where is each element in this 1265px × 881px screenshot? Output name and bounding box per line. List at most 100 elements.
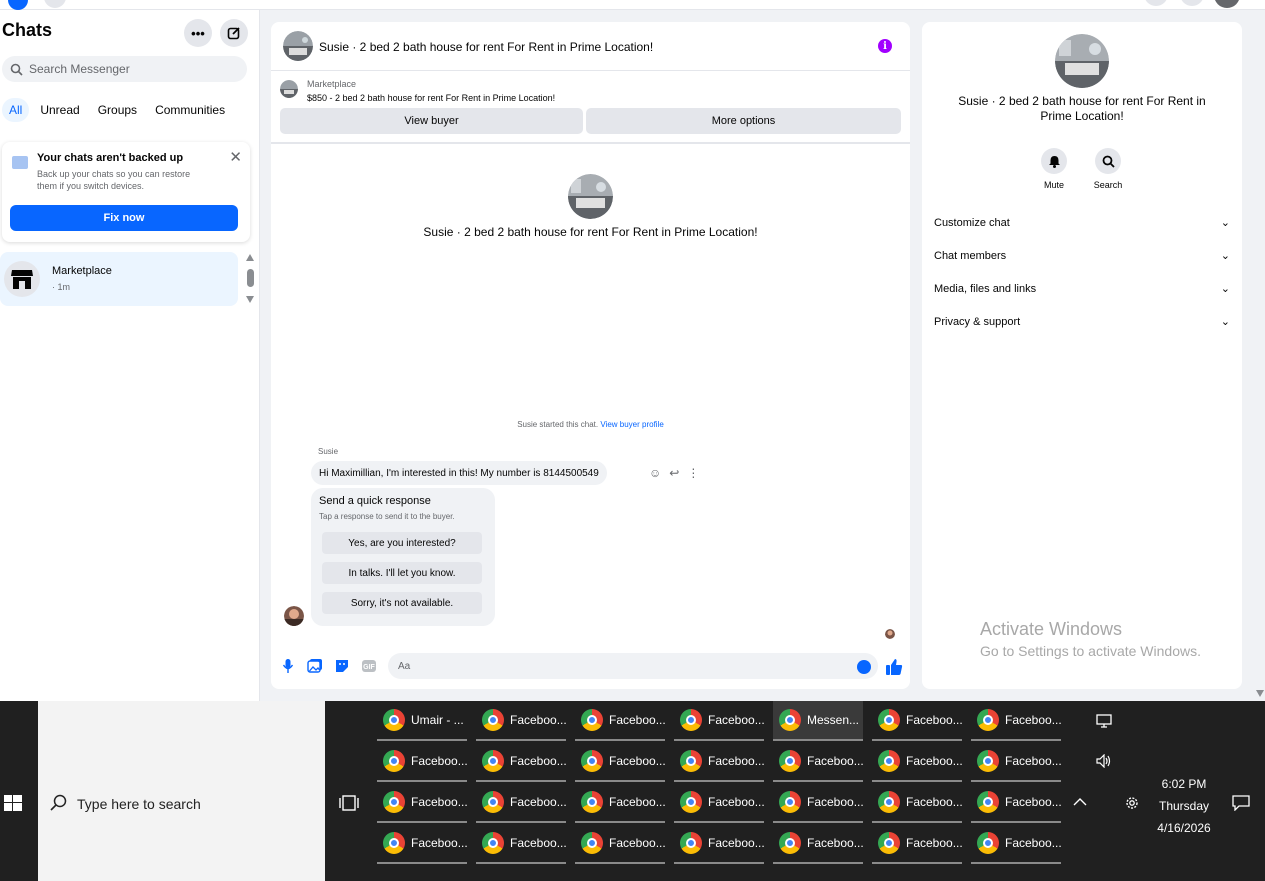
taskbar-search-box[interactable]: Type here to search bbox=[38, 701, 325, 881]
message-input[interactable]: Aa bbox=[388, 653, 878, 679]
taskbar-window-button[interactable]: Faceboo... bbox=[971, 701, 1062, 741]
listing-title[interactable]: $850 - 2 bed 2 bath house for rent For R… bbox=[307, 93, 555, 103]
chat-filters: All Unread Groups Communities bbox=[2, 98, 232, 122]
thumbs-up-icon[interactable] bbox=[885, 658, 903, 676]
more-options-button[interactable]: ••• bbox=[184, 19, 212, 47]
section-label: Chat members bbox=[934, 249, 1007, 262]
taskbar-window-label: Faceboo... bbox=[1005, 713, 1062, 727]
taskbar-window-button[interactable]: Faceboo... bbox=[476, 742, 567, 782]
search-in-chat-button[interactable]: Search bbox=[1083, 148, 1133, 190]
taskbar-window-button[interactable]: Faceboo... bbox=[575, 701, 666, 741]
taskbar-window-label: Faceboo... bbox=[708, 713, 765, 727]
volume-icon[interactable] bbox=[1096, 754, 1112, 768]
taskbar-window-button[interactable]: Umair - ... bbox=[377, 701, 467, 741]
taskbar-window-button[interactable]: Faceboo... bbox=[377, 783, 468, 823]
mute-button[interactable]: Mute bbox=[1029, 148, 1079, 190]
taskbar-window-button[interactable]: Faceboo... bbox=[773, 742, 864, 782]
info-icon[interactable]: i bbox=[878, 39, 892, 53]
search-messenger-input[interactable]: Search Messenger bbox=[2, 56, 247, 82]
taskbar-window-button[interactable]: Faceboo... bbox=[476, 701, 567, 741]
profile-avatar[interactable] bbox=[1214, 0, 1240, 8]
network-icon[interactable] bbox=[1096, 714, 1112, 728]
nav-button[interactable] bbox=[44, 0, 66, 8]
notifications-button[interactable] bbox=[1180, 0, 1204, 6]
taskbar-window-button[interactable]: Faceboo... bbox=[773, 824, 864, 864]
media-files-links-section[interactable]: Media, files and links ⌄ bbox=[934, 272, 1230, 305]
search-icon bbox=[1095, 148, 1121, 174]
new-message-button[interactable] bbox=[220, 19, 248, 47]
scroll-thumb[interactable] bbox=[247, 269, 254, 287]
taskbar-window-button[interactable]: Faceboo... bbox=[971, 783, 1062, 823]
bell-icon bbox=[1041, 148, 1067, 174]
view-buyer-profile-link[interactable]: View buyer profile bbox=[600, 420, 663, 429]
taskbar-window-button[interactable]: Faceboo... bbox=[872, 742, 963, 782]
fix-now-button[interactable]: Fix now bbox=[10, 205, 238, 231]
scroll-up-icon[interactable] bbox=[246, 254, 254, 261]
reply-icon[interactable]: ↩ bbox=[669, 466, 679, 480]
taskbar-window-button[interactable]: Faceboo... bbox=[674, 783, 765, 823]
filter-communities[interactable]: Communities bbox=[148, 98, 232, 122]
filter-unread[interactable]: Unread bbox=[33, 98, 86, 122]
quick-response-option[interactable]: Yes, are you interested? bbox=[322, 532, 482, 554]
taskbar-window-button[interactable]: Faceboo... bbox=[872, 701, 963, 741]
notification-icon[interactable] bbox=[1232, 795, 1250, 811]
task-view-icon[interactable] bbox=[339, 795, 359, 811]
react-icon[interactable]: ☺ bbox=[649, 466, 661, 480]
filter-all[interactable]: All bbox=[2, 98, 30, 122]
more-icon[interactable]: ⋮ bbox=[687, 466, 699, 480]
close-icon[interactable]: ✕ bbox=[229, 148, 242, 166]
sidebar-scrollbar[interactable] bbox=[246, 254, 256, 304]
gear-icon[interactable] bbox=[1124, 795, 1140, 811]
taskbar-window-button[interactable]: Faceboo... bbox=[674, 701, 765, 741]
taskbar-window-button[interactable]: Faceboo... bbox=[377, 742, 468, 782]
taskbar-clock[interactable]: 6:02 PM Thursday 4/16/2026 bbox=[1148, 773, 1220, 839]
menu-button[interactable] bbox=[1144, 0, 1168, 6]
taskbar-window-button[interactable]: Faceboo... bbox=[575, 783, 666, 823]
scroll-down-icon[interactable] bbox=[246, 296, 254, 303]
taskbar-window-button[interactable]: Faceboo... bbox=[575, 742, 666, 782]
taskbar-window-label: Faceboo... bbox=[708, 795, 765, 809]
privacy-support-section[interactable]: Privacy & support ⌄ bbox=[934, 305, 1230, 338]
quick-response-option[interactable]: In talks. I'll let you know. bbox=[322, 562, 482, 584]
taskbar-window-button[interactable]: Faceboo... bbox=[971, 742, 1062, 782]
taskbar-window-button[interactable]: Faceboo... bbox=[971, 824, 1062, 864]
sticker-icon[interactable] bbox=[334, 659, 350, 673]
taskbar-window-button[interactable]: Messen... bbox=[773, 701, 863, 741]
windows-start-icon[interactable] bbox=[4, 795, 22, 811]
taskbar-window-button[interactable]: Faceboo... bbox=[476, 783, 567, 823]
composer-tools: GIF bbox=[280, 659, 377, 673]
message-bubble[interactable]: Hi Maximillian, I'm interested in this! … bbox=[311, 461, 607, 485]
taskbar-window-button[interactable]: Faceboo... bbox=[575, 824, 666, 864]
chat-members-section[interactable]: Chat members ⌄ bbox=[934, 239, 1230, 272]
view-buyer-button[interactable]: View buyer bbox=[280, 108, 583, 134]
listing-avatar[interactable] bbox=[283, 31, 313, 61]
more-options-button[interactable]: More options bbox=[586, 108, 901, 134]
customize-chat-section[interactable]: Customize chat ⌄ bbox=[934, 206, 1230, 239]
listing-thumbnail[interactable] bbox=[280, 80, 298, 98]
quick-response-option[interactable]: Sorry, it's not available. bbox=[322, 592, 482, 614]
taskbar-window-button[interactable]: Faceboo... bbox=[773, 783, 864, 823]
page-scroll-down-icon[interactable] bbox=[1256, 690, 1264, 697]
taskbar-window-button[interactable]: Faceboo... bbox=[872, 824, 963, 864]
sender-avatar[interactable] bbox=[284, 606, 304, 626]
marketplace-label: Marketplace bbox=[307, 79, 357, 89]
filter-groups[interactable]: Groups bbox=[91, 98, 144, 122]
facebook-logo-icon[interactable] bbox=[8, 0, 28, 10]
gif-icon[interactable]: GIF bbox=[361, 659, 377, 673]
chrome-icon bbox=[383, 750, 405, 772]
photo-icon[interactable] bbox=[307, 659, 323, 673]
emoji-icon[interactable] bbox=[857, 660, 871, 674]
taskbar-window-button[interactable]: Faceboo... bbox=[674, 824, 765, 864]
conversation-title[interactable]: Susie · 2 bed 2 bath house for rent For … bbox=[319, 40, 653, 54]
microphone-icon[interactable] bbox=[280, 659, 296, 673]
conversation-intro-title: Susie · 2 bed 2 bath house for rent For … bbox=[423, 225, 758, 239]
taskbar-window-button[interactable]: Faceboo... bbox=[377, 824, 468, 864]
chat-list-item[interactable]: Marketplace · 1m bbox=[0, 252, 238, 306]
taskbar-window-label: Faceboo... bbox=[708, 754, 765, 768]
chevron-up-icon[interactable] bbox=[1073, 797, 1087, 807]
message-input-placeholder: Aa bbox=[398, 660, 411, 672]
taskbar-window-button[interactable]: Faceboo... bbox=[476, 824, 567, 864]
message-actions: ☺ ↩ ⋮ bbox=[649, 466, 699, 480]
taskbar-window-button[interactable]: Faceboo... bbox=[872, 783, 963, 823]
taskbar-window-button[interactable]: Faceboo... bbox=[674, 742, 765, 782]
